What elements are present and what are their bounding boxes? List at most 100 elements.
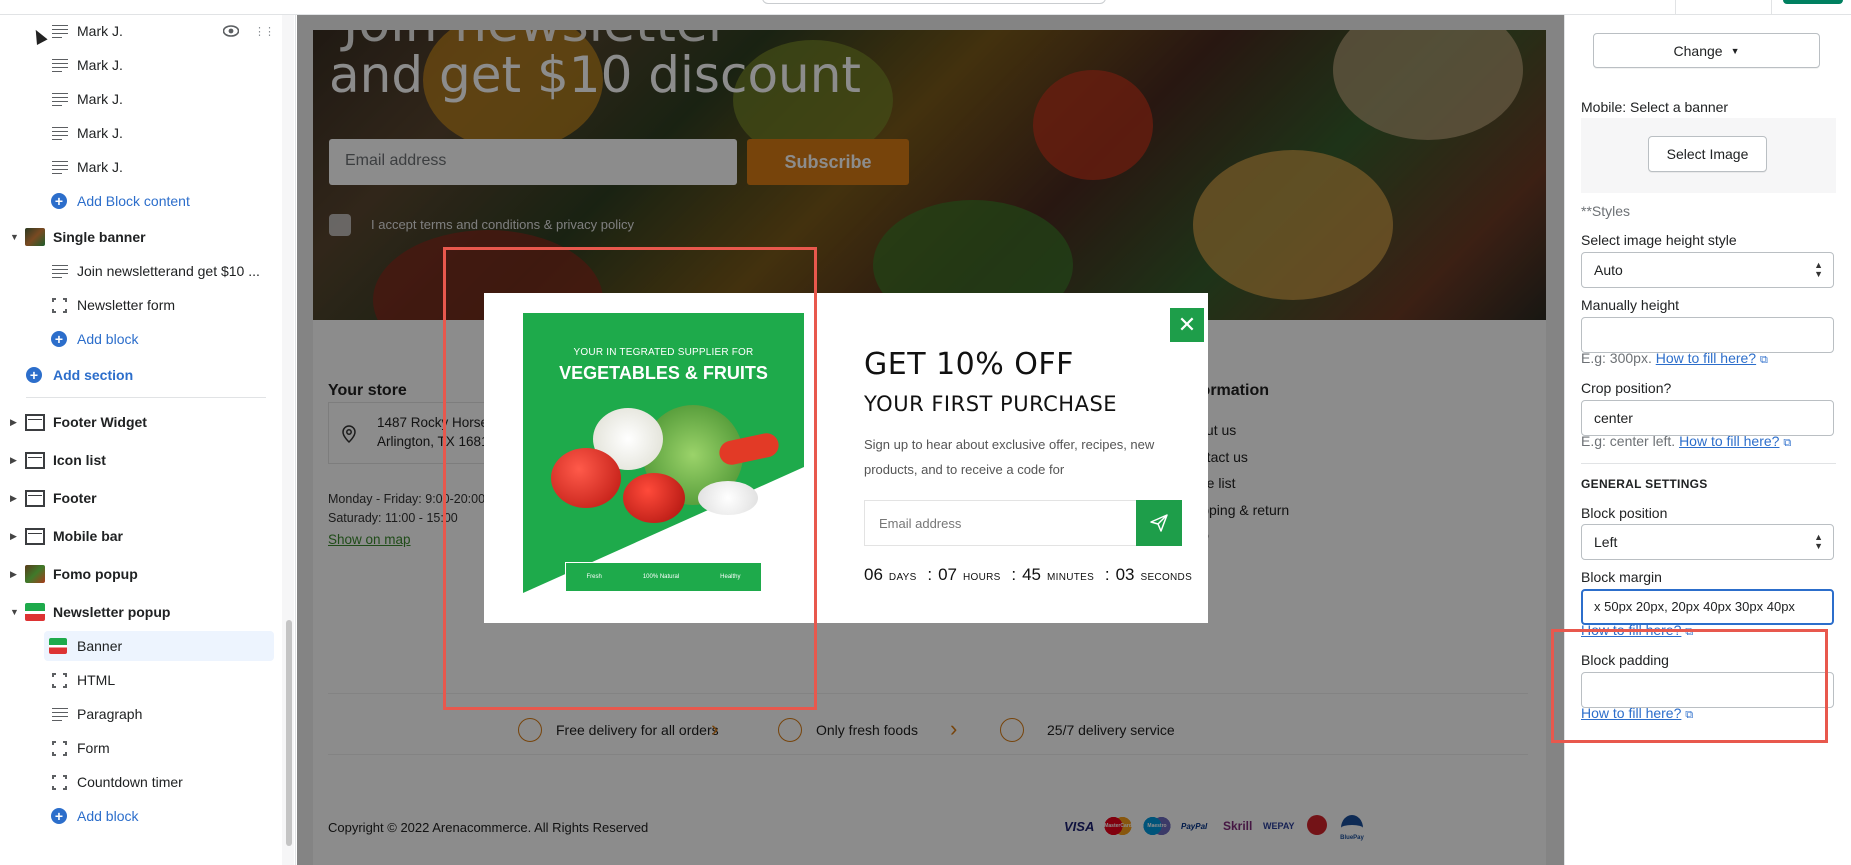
send-icon[interactable] (1136, 500, 1182, 546)
save-button[interactable] (1783, 0, 1843, 4)
add-section-label: Add section (53, 367, 134, 383)
select-image-button[interactable]: Select Image (1648, 136, 1767, 172)
sidebar-item-label: HTML (77, 672, 116, 688)
plus-circle-icon: + (51, 331, 67, 347)
crop-position-input[interactable]: center (1581, 400, 1834, 436)
sidebar-item-label: Form (77, 740, 110, 756)
chevron-down-icon[interactable]: ▼ (10, 232, 19, 242)
sidebar-block-html[interactable]: HTML (0, 665, 280, 695)
block-margin-input[interactable]: x 50px 20px, 20px 40px 30px 40px (1581, 589, 1834, 625)
add-block-content-button[interactable]: + Add Block content (0, 186, 280, 216)
drag-handle-icon[interactable]: ⋮⋮ (254, 16, 275, 46)
toolbar-divider (1771, 0, 1772, 14)
sidebar-block-item[interactable]: Mark J. (0, 84, 280, 114)
section-icon-list[interactable]: ▶ Icon list (0, 445, 280, 475)
popup-description: Sign up to hear about exclusive offer, r… (864, 437, 1155, 477)
text-block-icon (52, 264, 68, 279)
sidebar-block-paragraph[interactable]: Paragraph (0, 699, 280, 729)
text-block-icon (52, 92, 68, 107)
external-link-icon: ⧉ (1760, 354, 1768, 366)
text-block-icon (52, 160, 68, 175)
add-block-button[interactable]: + Add block (0, 324, 280, 354)
change-image-button[interactable]: Change ▼ (1593, 33, 1820, 68)
sidebar-item-label: Paragraph (77, 706, 143, 722)
countdown-hours: 07 (938, 565, 957, 584)
section-icon (25, 413, 45, 431)
section-title: Single banner (53, 229, 146, 245)
chevron-right-icon[interactable]: ▶ (10, 455, 17, 466)
chevron-right-icon[interactable]: ▶ (10, 417, 17, 428)
newsletter-thumbnail-icon (25, 603, 45, 621)
sidebar-item-label: Mark J. (77, 23, 123, 39)
chevron-right-icon[interactable]: ▶ (10, 531, 17, 542)
close-icon[interactable]: ✕ (1170, 308, 1204, 342)
caret-down-icon: ▼ (1730, 45, 1740, 56)
sidebar-block-countdown[interactable]: Countdown timer (0, 767, 280, 797)
chevron-right-icon[interactable]: ▶ (10, 493, 17, 504)
chevron-down-icon[interactable]: ▼ (10, 607, 19, 617)
sidebar-block-item[interactable]: Mark J. ⋮⋮ (0, 16, 280, 46)
manual-height-help: E.g: 300px. How to fill here? ⧉ (1581, 350, 1768, 367)
chevron-right-icon[interactable]: ▶ (10, 569, 17, 580)
block-position-select[interactable]: Left ▲ ▼ (1581, 524, 1834, 560)
section-newsletter-popup[interactable]: ▼ Newsletter popup (0, 597, 280, 627)
change-button-label: Change (1673, 42, 1723, 59)
section-title: Fomo popup (53, 566, 138, 582)
manual-height-label: Manually height (1581, 297, 1680, 313)
sidebar-scrollbar-thumb[interactable] (286, 620, 292, 846)
sidebar-item-label: Join newsletterand get $10 ... (77, 263, 260, 279)
image-height-select[interactable]: Auto ▲ ▼ (1581, 252, 1834, 288)
sidebar-block-item[interactable]: Mark J. (0, 118, 280, 148)
theme-preview: Join newsletter and get $10 discount Ema… (297, 15, 1564, 865)
section-title: Newsletter popup (53, 604, 171, 620)
frame-block-icon (52, 297, 67, 313)
sidebar-item-label: Mark J. (77, 159, 123, 175)
section-fomo-popup[interactable]: ▶ Fomo popup (0, 559, 280, 589)
banner-thumbnail-icon (25, 228, 45, 246)
sidebar-block-item[interactable]: Mark J. (0, 50, 280, 80)
preview-url-field[interactable] (762, 0, 1106, 4)
select-arrows-icon: ▲ ▼ (1814, 532, 1823, 551)
section-title: Mobile bar (53, 528, 124, 544)
top-bar (0, 0, 1851, 15)
external-link-icon: ⧉ (1783, 437, 1792, 449)
toolbar-divider (1675, 0, 1676, 14)
plus-circle-icon: + (26, 367, 42, 383)
general-settings-heading: GENERAL SETTINGS (1581, 477, 1708, 491)
sidebar-item-label: Banner (77, 638, 123, 654)
section-mobile-bar[interactable]: ▶ Mobile bar (0, 521, 280, 551)
highlight-box (1551, 629, 1828, 743)
sidebar-block-banner[interactable]: Banner (44, 631, 274, 661)
section-title: Footer (53, 490, 97, 506)
section-title: Footer Widget (53, 414, 147, 430)
select-arrows-icon: ▲ ▼ (1814, 260, 1823, 279)
sidebar-block-item[interactable]: Join newsletterand get $10 ... (0, 256, 280, 286)
crop-position-label: Crop position? (1581, 380, 1672, 396)
section-title: Icon list (53, 452, 106, 468)
sidebar-block-item[interactable]: Newsletter form (0, 290, 280, 320)
plus-circle-icon: + (51, 193, 67, 209)
manual-height-input[interactable] (1581, 317, 1834, 353)
sidebar-block-form[interactable]: Form (0, 733, 280, 763)
section-footer[interactable]: ▶ Footer (0, 483, 280, 513)
text-block-icon (52, 707, 68, 722)
add-block-content-label: Add Block content (77, 193, 190, 209)
divider (1581, 463, 1836, 464)
section-footer-widget[interactable]: ▶ Footer Widget (0, 407, 280, 437)
sidebar-item-label: Mark J. (77, 91, 123, 107)
highlight-box (443, 247, 817, 710)
add-section-button[interactable]: + Add section (0, 360, 280, 390)
eye-icon[interactable] (223, 16, 239, 46)
sidebar-item-label: Countdown timer (77, 774, 183, 790)
how-to-fill-link[interactable]: How to fill here? (1679, 433, 1779, 449)
how-to-fill-link[interactable]: How to fill here? (1656, 350, 1756, 366)
section-single-banner[interactable]: ▼ Single banner (0, 222, 280, 252)
add-block-button[interactable]: + Add block (0, 801, 280, 831)
block-position-value: Left (1594, 534, 1618, 550)
add-block-label: Add block (77, 331, 139, 347)
sidebar-block-item[interactable]: Mark J. (0, 152, 280, 182)
popup-email-input[interactable]: Email address (864, 500, 1136, 546)
countdown-seconds-label: SECONDS (1140, 572, 1193, 583)
frame-block-icon (52, 774, 67, 790)
block-margin-label: Block margin (1581, 569, 1662, 585)
